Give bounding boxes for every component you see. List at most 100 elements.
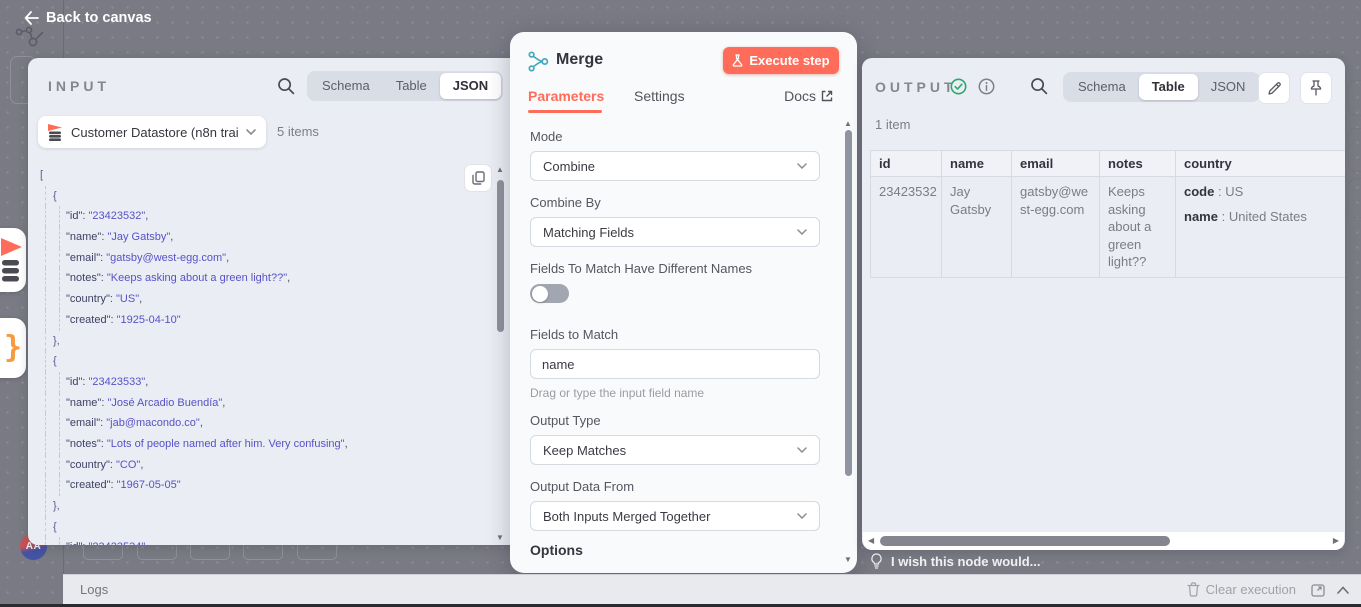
logs-label: Logs bbox=[80, 582, 108, 597]
back-arrow-icon bbox=[24, 11, 39, 25]
clear-execution-label: Clear execution bbox=[1206, 582, 1296, 597]
node-feedback-label: I wish this node would... bbox=[891, 554, 1041, 569]
external-link-icon bbox=[821, 90, 833, 102]
ghost-buttons-row bbox=[83, 542, 353, 562]
input-source-label: Customer Datastore (n8n train bbox=[71, 125, 238, 140]
json-line: "created": "1925-04-10" bbox=[40, 310, 510, 331]
tab-parameters[interactable]: Parameters bbox=[528, 88, 604, 104]
trash-icon bbox=[1187, 582, 1200, 597]
info-icon[interactable] bbox=[978, 78, 995, 95]
column-header: id bbox=[871, 151, 942, 177]
tab-table[interactable]: Table bbox=[383, 73, 440, 99]
json-line: "created": "1967-05-05" bbox=[40, 475, 510, 496]
scroll-down-arrow[interactable]: ▼ bbox=[496, 534, 504, 542]
docs-label: Docs bbox=[784, 88, 816, 104]
input-panel-title: INPUT bbox=[48, 78, 110, 94]
scroll-up-arrow[interactable]: ▲ bbox=[496, 166, 504, 174]
different-names-toggle[interactable] bbox=[530, 284, 569, 303]
pin-icon bbox=[1309, 80, 1323, 96]
column-header: email bbox=[1012, 151, 1100, 177]
tab-table[interactable]: Table bbox=[1139, 74, 1198, 100]
json-line: { bbox=[40, 517, 510, 538]
dialog-title: Merge bbox=[556, 51, 603, 69]
cell-notes: Keeps asking about a green light?? bbox=[1100, 177, 1176, 278]
hscroll-thumb[interactable] bbox=[880, 536, 1170, 546]
ghost-node-outline bbox=[1348, 80, 1361, 116]
search-icon[interactable] bbox=[277, 77, 295, 95]
datastore-icon bbox=[48, 124, 63, 141]
json-line: "id": "23423532", bbox=[40, 206, 510, 227]
tab-json[interactable]: JSON bbox=[440, 73, 501, 99]
column-header: name bbox=[942, 151, 1012, 177]
output-type-select[interactable]: Keep Matches bbox=[530, 435, 820, 465]
pencil-icon bbox=[1267, 81, 1282, 96]
fields-to-match-helper: Drag or type the input field name bbox=[530, 386, 820, 400]
clear-execution-button[interactable]: Clear execution bbox=[1187, 582, 1296, 597]
output-panel-title: OUTPUT bbox=[875, 79, 957, 95]
input-items-count: 5 items bbox=[277, 124, 319, 139]
scroll-down-arrow[interactable]: ▼ bbox=[844, 556, 852, 564]
success-check-icon bbox=[950, 78, 967, 95]
json-line: "notes": "Keeps asking about a green lig… bbox=[40, 268, 510, 289]
copy-json-button[interactable] bbox=[464, 164, 492, 192]
scroll-left-arrow[interactable]: ◀ bbox=[868, 537, 874, 545]
json-line: "country": "CO", bbox=[40, 455, 510, 476]
copy-icon bbox=[472, 171, 485, 185]
docs-link[interactable]: Docs bbox=[784, 88, 833, 104]
output-data-from-select[interactable]: Both Inputs Merged Together bbox=[530, 501, 820, 531]
json-line: [ bbox=[40, 165, 510, 186]
json-line: "name": "Jay Gatsby", bbox=[40, 227, 510, 248]
input-node-brace-card[interactable]: } bbox=[0, 318, 26, 378]
field-output-type: Output Type Keep Matches bbox=[530, 413, 820, 465]
search-icon[interactable] bbox=[1030, 77, 1048, 95]
edit-output-button[interactable] bbox=[1258, 72, 1290, 104]
ghost-node-outline bbox=[1348, 128, 1361, 172]
output-horizontal-scrollbar: ◀ ▶ bbox=[863, 532, 1344, 550]
chevron-down-icon bbox=[797, 513, 807, 519]
json-line: "name": "José Arcadio Buendía", bbox=[40, 393, 510, 414]
table-row: 23423532 Jay Gatsby gatsby@west-egg.com … bbox=[871, 177, 1346, 278]
scroll-up-arrow[interactable]: ▲ bbox=[844, 120, 852, 128]
cell-name: Jay Gatsby bbox=[942, 177, 1012, 278]
scroll-right-arrow[interactable]: ▶ bbox=[1333, 537, 1339, 545]
datastore-node-icon bbox=[1, 236, 23, 284]
mode-select[interactable]: Combine bbox=[530, 151, 820, 181]
field-output-data-from: Output Data From Both Inputs Merged Toge… bbox=[530, 479, 820, 531]
input-node-datastore-card[interactable] bbox=[0, 228, 26, 292]
input-panel: INPUT Schema Table JSON Customer Datasto… bbox=[28, 58, 522, 545]
merge-node-dialog: Merge Execute step Parameters Settings D… bbox=[510, 32, 857, 573]
column-header: notes bbox=[1100, 151, 1176, 177]
column-header: country bbox=[1176, 151, 1346, 177]
pop-out-icon[interactable] bbox=[1311, 584, 1325, 597]
execute-step-button[interactable]: Execute step bbox=[723, 47, 839, 74]
workflow-node-glyph bbox=[14, 24, 48, 50]
tab-json[interactable]: JSON bbox=[1198, 74, 1259, 100]
input-vertical-scrollbar[interactable] bbox=[497, 180, 504, 332]
json-line: { bbox=[40, 186, 510, 207]
tab-schema[interactable]: Schema bbox=[1065, 74, 1139, 100]
back-to-canvas-link[interactable]: Back to canvas bbox=[24, 10, 152, 26]
chevron-up-icon[interactable] bbox=[1337, 586, 1349, 594]
json-line: "id": "23423534", bbox=[40, 537, 510, 545]
json-line: }, bbox=[40, 496, 510, 517]
json-line: { bbox=[40, 351, 510, 372]
code-brace-icon: } bbox=[4, 330, 22, 365]
tab-settings[interactable]: Settings bbox=[634, 88, 685, 104]
dialog-scrollbar[interactable] bbox=[845, 130, 852, 476]
node-feedback-link[interactable]: I wish this node would... bbox=[870, 553, 1041, 569]
chevron-down-icon bbox=[797, 229, 807, 235]
back-to-canvas-label: Back to canvas bbox=[46, 10, 152, 26]
output-panel: OUTPUT Schema Table JSON bbox=[862, 58, 1345, 550]
tab-schema[interactable]: Schema bbox=[309, 73, 383, 99]
cell-email: gatsby@west-egg.com bbox=[1012, 177, 1100, 278]
output-items-count: 1 item bbox=[875, 117, 910, 132]
active-tab-underline bbox=[528, 110, 602, 113]
input-source-select[interactable]: Customer Datastore (n8n train bbox=[38, 116, 266, 148]
fields-to-match-input[interactable] bbox=[530, 349, 820, 379]
pin-data-button[interactable] bbox=[1300, 72, 1332, 104]
combine-by-select[interactable]: Matching Fields bbox=[530, 217, 820, 247]
chevron-down-icon bbox=[797, 163, 807, 169]
cell-id: 23423532 bbox=[871, 177, 942, 278]
logs-bar[interactable]: Logs Clear execution bbox=[63, 574, 1361, 604]
table-header-row: id name email notes country bbox=[871, 151, 1346, 177]
